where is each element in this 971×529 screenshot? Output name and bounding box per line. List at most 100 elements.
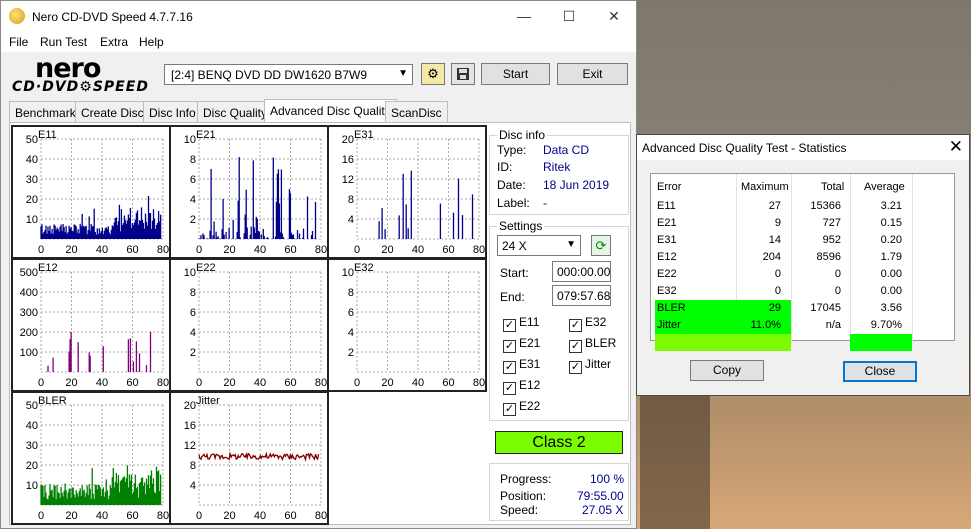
stats-cell-average: 3.21 <box>880 200 902 212</box>
x-tick-label: 20 <box>65 377 77 389</box>
graph-title: Jitter <box>196 395 220 407</box>
y-tick-label: 300 <box>20 307 38 319</box>
y-tick-label: 6 <box>190 307 196 319</box>
y-tick-label: 10 <box>26 214 38 226</box>
graph-plot: 50 40 30 20 10 0 20 40 60 80 <box>26 134 169 256</box>
date-label: Date: <box>497 178 526 192</box>
checkbox-e31[interactable]: ✓ E31 <box>503 357 540 374</box>
checkbox-e21[interactable]: ✓ E21 <box>503 336 540 353</box>
x-tick-label: 80 <box>315 510 327 522</box>
x-tick-label: 40 <box>96 510 108 522</box>
y-tick-label: 400 <box>20 287 38 299</box>
stats-cell-average: 0.00 <box>880 268 902 280</box>
stats-cell-total: 0 <box>834 285 841 297</box>
stats-cell-maximum: 27 <box>768 200 781 212</box>
copy-button[interactable]: Copy <box>690 360 764 381</box>
stats-row: E21 9 727 0.15 <box>655 215 955 232</box>
menu-run-test[interactable]: Run Test <box>40 35 87 49</box>
y-tick-label: 12 <box>342 174 354 186</box>
start-label: Start: <box>500 266 529 280</box>
graph-plot: 201612840 20 40 60 80 <box>342 134 485 256</box>
menu-help[interactable]: Help <box>139 35 164 49</box>
checkbox-e32[interactable]: ✓ E32 <box>569 315 606 332</box>
y-tick-label: 10 <box>184 134 196 146</box>
x-tick-label: 80 <box>473 377 485 389</box>
stats-cell-maximum: 11.0% <box>750 319 781 331</box>
label-value: - <box>543 196 547 210</box>
drive-select-value: [2:4] BENQ DVD DD DW1620 B7W9 <box>171 68 368 82</box>
stats-cell-error: E11 <box>657 200 676 212</box>
checkbox-e22[interactable]: ✓ E22 <box>503 399 540 416</box>
drive-info-button[interactable]: ⚙ <box>421 63 445 85</box>
x-tick-label: 0 <box>196 510 202 522</box>
stats-cell-error: BLER <box>657 302 686 314</box>
x-tick-label: 40 <box>96 377 108 389</box>
graph-title: E31 <box>354 129 374 141</box>
y-tick-label: 8 <box>190 460 196 472</box>
y-tick-label: 50 <box>26 400 38 412</box>
menu-bar: File Run Test Extra Help <box>1 32 636 52</box>
start-time-input[interactable]: 000:00.00 <box>552 261 611 282</box>
maximize-button[interactable]: ☐ <box>554 5 584 27</box>
graph-title: E12 <box>38 262 58 274</box>
check-icon: ✓ <box>569 361 582 374</box>
y-tick-label: 40 <box>26 154 38 166</box>
title-bar: Nero CD-DVD Speed 4.7.7.16 — ☐ ✕ <box>1 1 636 32</box>
graph-title: E32 <box>354 262 374 274</box>
checkbox-bler[interactable]: ✓ BLER <box>569 336 616 353</box>
stats-cell-maximum: 29 <box>768 302 781 314</box>
stats-cell-average: 0.00 <box>880 285 902 297</box>
refresh-speed-button[interactable]: ⟳ <box>591 235 611 256</box>
stats-cell-error: Jitter <box>657 319 681 331</box>
checkbox-e32-label: E32 <box>585 315 607 329</box>
checkbox-jitter[interactable]: ✓ Jitter <box>569 357 611 374</box>
start-button[interactable]: Start <box>481 63 550 85</box>
x-tick-label: 0 <box>38 510 44 522</box>
x-tick-label: 60 <box>126 377 138 389</box>
window-title: Nero CD-DVD Speed 4.7.7.16 <box>32 10 193 24</box>
y-tick-label: 2 <box>190 214 196 226</box>
drive-select[interactable]: [2:4] BENQ DVD DD DW1620 B7W9 ▼ <box>164 64 413 85</box>
tab-benchmark[interactable]: Benchmark <box>9 101 82 122</box>
close-window-button[interactable]: ✕ <box>599 5 629 27</box>
check-icon: ✓ <box>503 403 516 416</box>
save-icon <box>457 68 469 80</box>
end-time-input[interactable]: 079:57.68 <box>552 285 611 306</box>
y-tick-label: 4 <box>190 480 196 492</box>
x-tick-label: 60 <box>284 510 296 522</box>
checkbox-e11[interactable]: ✓ E11 <box>503 315 539 332</box>
tab-disc-quality[interactable]: Disc Quality <box>197 101 274 122</box>
stats-cell-maximum: 0 <box>774 268 781 280</box>
checkbox-e12[interactable]: ✓ E12 <box>503 378 540 395</box>
x-tick-label: 20 <box>65 510 77 522</box>
desktop-building <box>640 395 710 529</box>
stats-cell-error: E21 <box>657 217 677 229</box>
stats-row: E11 27 15366 3.21 <box>655 198 955 215</box>
y-tick-label: 16 <box>342 154 354 166</box>
y-tick-label: 4 <box>190 327 196 339</box>
tab-disc-info[interactable]: Disc Info <box>143 101 202 122</box>
speed-select[interactable]: 24 X ▼ <box>497 235 581 256</box>
x-tick-label: 60 <box>126 510 138 522</box>
close-button[interactable]: Close <box>843 361 917 382</box>
x-tick-label: 80 <box>315 244 327 256</box>
graph-plot: 50 40 30 20 10 0 20 40 60 80 <box>26 400 169 522</box>
speed-label: Speed: <box>500 503 539 517</box>
menu-extra[interactable]: Extra <box>100 35 128 49</box>
minimize-button[interactable]: — <box>509 5 539 27</box>
app-icon <box>9 8 25 24</box>
graph-plot: 1086420 20 40 60 80 <box>184 134 327 256</box>
menu-file[interactable]: File <box>9 35 28 49</box>
close-icon[interactable]: ✕ <box>949 137 963 157</box>
graph-bler: 50 40 30 20 10 0 20 40 60 80 BLER <box>11 391 171 525</box>
tab-create-disc[interactable]: Create Disc <box>75 101 150 122</box>
tab-scandisc[interactable]: ScanDisc <box>385 101 448 122</box>
tab-advanced-disc-quality[interactable]: Advanced Disc Quality <box>264 99 397 123</box>
exit-button[interactable]: Exit <box>557 63 628 85</box>
y-tick-label: 20 <box>26 460 38 472</box>
statistics-title-bar: Advanced Disc Quality Test - Statistics … <box>637 135 969 160</box>
check-icon: ✓ <box>503 361 516 374</box>
x-tick-label: 0 <box>354 377 360 389</box>
label-label: Label: <box>497 196 530 210</box>
save-button[interactable] <box>451 63 475 85</box>
